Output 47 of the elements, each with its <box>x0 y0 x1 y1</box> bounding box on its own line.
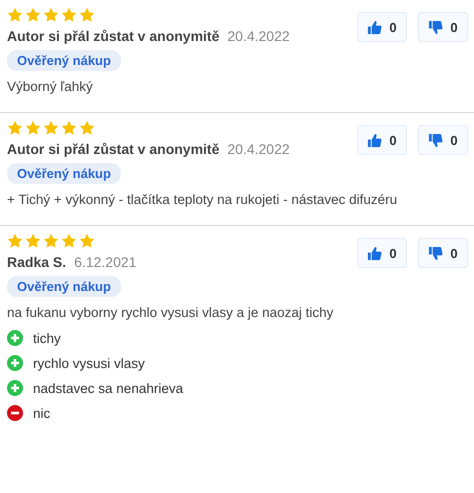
like-button[interactable]: 0 <box>357 125 407 155</box>
plus-icon <box>7 330 23 346</box>
review-text: na fukanu vyborny rychlo vysusi vlasy a je naozaj tichy <box>7 305 334 320</box>
plus-icon <box>7 355 23 371</box>
thumbs-down-icon <box>428 246 444 260</box>
star-icon <box>61 120 77 136</box>
review-date: 20.4.2022 <box>227 141 290 157</box>
star-icon <box>25 232 41 248</box>
star-icon <box>43 120 59 136</box>
thumbs-down-icon <box>428 20 444 34</box>
review-date: 6.12.2021 <box>74 254 136 270</box>
star-icon <box>43 6 59 22</box>
author-name: Autor si přál zůstat v anonymitě <box>7 141 220 157</box>
review-text: Výborný ľahký <box>7 79 93 94</box>
star-icon <box>25 6 41 22</box>
star-icon <box>79 232 95 248</box>
dislike-button[interactable]: 0 <box>418 238 468 268</box>
star-icon <box>25 120 41 136</box>
thumbs-down-icon <box>428 132 444 148</box>
dislike-button[interactable]: 0 <box>418 125 468 155</box>
star-icon <box>43 232 59 248</box>
star-icon <box>79 120 95 136</box>
pro-item: tichy <box>33 330 61 346</box>
star-icon <box>61 6 77 22</box>
star-icon <box>79 6 95 22</box>
plus-icon <box>7 380 23 396</box>
thumbs-up-icon <box>367 132 382 148</box>
verified-badge: Ověřený nákup <box>7 163 121 184</box>
thumbs-up-icon <box>367 246 382 260</box>
pro-item: nadstavec sa nenahrieva <box>33 380 184 396</box>
star-icon <box>61 232 77 248</box>
pro-item: rychlo vysusi vlasy <box>33 356 145 370</box>
star-icon <box>7 6 23 22</box>
review-date: 20.4.2022 <box>227 28 290 44</box>
review-text: + Tichý + výkonný - tlačítka teploty na rukojeti - nástavec difuzéru <box>7 192 398 207</box>
like-button[interactable]: 0 <box>357 238 407 268</box>
author-name: Autor si přál zůstat v anonymitě <box>7 28 220 44</box>
star-icon <box>7 120 23 136</box>
dislike-button[interactable]: 0 <box>418 12 468 42</box>
author-name: Radka S. <box>7 254 66 270</box>
star-icon <box>7 232 23 248</box>
minus-icon <box>7 405 23 421</box>
con-item: nic <box>33 406 50 420</box>
verified-badge: Ověřený nákup <box>7 276 121 297</box>
thumbs-up-icon <box>367 20 382 34</box>
verified-badge: Ověřený nákup <box>7 50 121 71</box>
like-button[interactable]: 0 <box>357 12 407 42</box>
